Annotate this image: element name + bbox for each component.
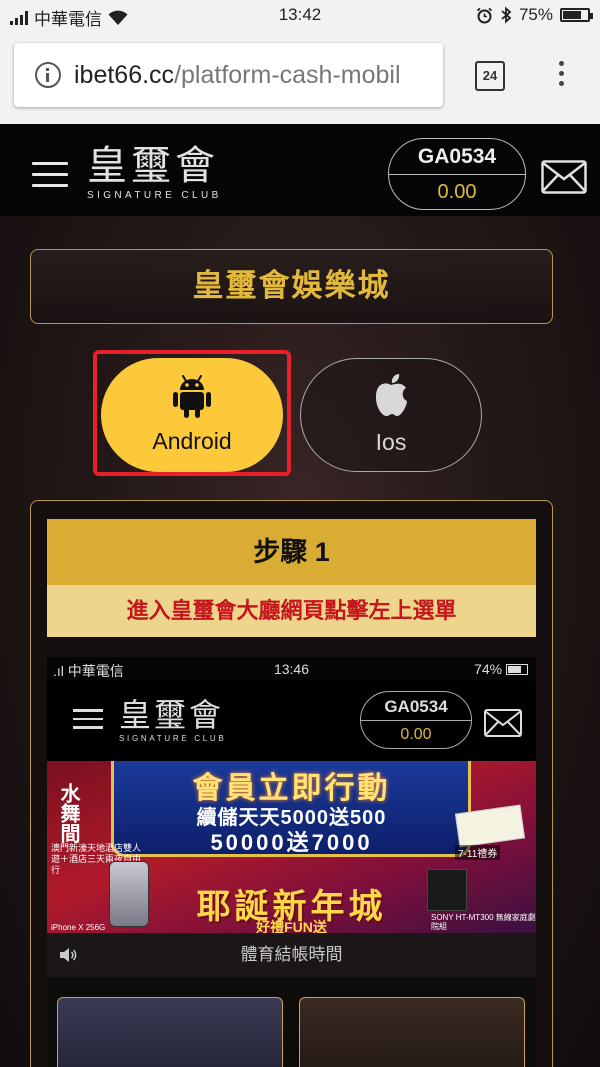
- promo-vertical-text: 水舞間: [57, 783, 81, 843]
- screenshot-menu-icon: [73, 709, 103, 729]
- url-domain: ibet66.cc: [74, 60, 175, 89]
- screenshot-header: 皇璽會 SIGNATURE CLUB GA0534 0.00: [47, 681, 536, 761]
- screenshot-battery-percent: 74%: [474, 661, 503, 677]
- step-title: 步驟 1: [47, 519, 536, 585]
- notice-bar: 體育結帳時間: [47, 933, 536, 977]
- tab-android[interactable]: Android: [101, 358, 283, 472]
- alarm-icon: [476, 7, 493, 23]
- screenshot-battery-icon: [506, 664, 528, 675]
- speaker-icon: [60, 948, 77, 962]
- game-grid: [47, 977, 536, 1067]
- screenshot-account-badge: GA0534 0.00: [360, 691, 472, 749]
- ios-label: Ios: [375, 429, 407, 455]
- site-logo[interactable]: 皇璽會 SIGNATURE CLUB: [87, 144, 222, 201]
- battery-percent: 75%: [518, 5, 553, 24]
- screenshot-account-id: GA0534: [361, 692, 471, 721]
- promo-sony-caption: SONY HT-MT300 無線家庭劇院組: [431, 913, 536, 931]
- status-bar: 中華電信 13:42 75%: [0, 0, 600, 31]
- guide-panel: 步驟 1 進入皇璽會大廳網頁點擊左上選單 .ıl 中華電信 13:46 74% …: [30, 500, 553, 1067]
- account-id: GA0534: [389, 139, 525, 175]
- screenshot-logo-chinese: 皇璽會: [119, 696, 225, 734]
- battery-icon: [560, 8, 593, 22]
- url-path: /platform-cash-mobil: [174, 60, 401, 89]
- page-title: 皇璽會娛樂城: [30, 249, 553, 324]
- android-icon: [173, 375, 211, 418]
- promo-iphone-caption: iPhone X 256G: [51, 923, 106, 932]
- mail-icon[interactable]: [541, 160, 587, 194]
- game-tile-live: [299, 997, 525, 1067]
- browser-toolbar: ibet66.cc/platform-cash-mobil 24: [0, 31, 600, 124]
- account-badge[interactable]: GA0534 0.00: [388, 138, 526, 210]
- step-description: 進入皇璽會大廳網頁點擊左上選單: [47, 585, 536, 637]
- screenshot-logo: 皇璽會 SIGNATURE CLUB: [119, 697, 226, 743]
- bluetooth-icon: [501, 6, 512, 24]
- screenshot-balance: 0.00: [400, 726, 432, 743]
- logo-english: SIGNATURE CLUB: [87, 190, 222, 201]
- screenshot-status-bar: .ıl 中華電信 13:46 74%: [47, 657, 536, 681]
- screenshot-mail-icon: [484, 709, 522, 737]
- account-balance: 0.00: [437, 181, 477, 203]
- tab-switcher-button[interactable]: 24: [475, 61, 505, 91]
- logo-chinese: 皇璽會: [87, 143, 219, 189]
- game-tile-sports: [57, 997, 283, 1067]
- info-icon[interactable]: [35, 62, 61, 88]
- url-text[interactable]: ibet66.cc/platform-cash-mobil: [74, 61, 401, 90]
- screenshot-logo-english: SIGNATURE CLUB: [119, 734, 227, 743]
- apple-icon: [375, 374, 407, 417]
- guide-screenshot: .ıl 中華電信 13:46 74% 皇璽會 SIGNATURE CLUB GA…: [47, 657, 536, 1067]
- url-bar[interactable]: ibet66.cc/platform-cash-mobil: [14, 43, 443, 107]
- android-label: Android: [152, 428, 232, 454]
- tab-ios[interactable]: Ios: [300, 358, 482, 472]
- promo-banner: 會員立即行動 續儲天天5000送500 50000送7000 水舞間 澳門新濠天…: [47, 761, 536, 933]
- screenshot-clock: 13:46: [273, 661, 310, 677]
- menu-icon[interactable]: [32, 162, 68, 187]
- browser-menu-icon[interactable]: [557, 61, 565, 91]
- promo-coupon-caption: 7-11禮券: [455, 845, 501, 860]
- notice-text: 體育結帳時間: [240, 945, 343, 964]
